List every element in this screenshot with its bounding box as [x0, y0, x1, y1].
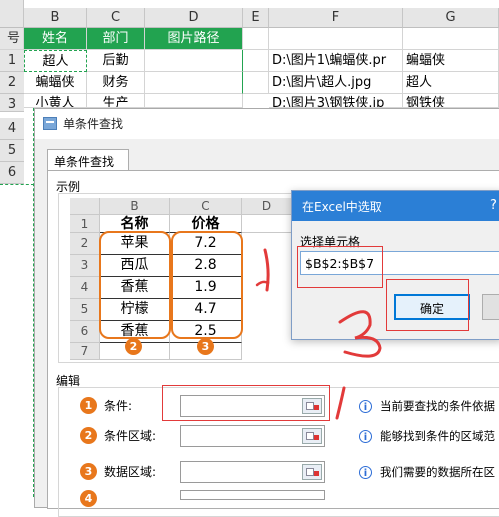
main-dialog-title: 单条件查找 — [63, 117, 124, 131]
row-number[interactable]: 4 — [0, 118, 24, 140]
range-highlight-box — [297, 246, 383, 288]
col-header-b[interactable]: B — [24, 8, 87, 28]
row-number[interactable]: 2 — [0, 72, 24, 94]
table-cell[interactable]: 小黄人 — [24, 94, 87, 108]
table-cell[interactable] — [243, 72, 269, 94]
mini-row-number: 3 — [70, 255, 100, 277]
table-cell[interactable]: 生产 — [87, 94, 145, 108]
mini-row-number: 4 — [70, 277, 100, 299]
app-icon — [43, 117, 57, 130]
condition-label: 条件: — [104, 399, 133, 413]
result-input[interactable] — [180, 490, 325, 500]
field-number: 2 — [80, 427, 97, 444]
mini-row-number: 1 — [70, 215, 100, 233]
table-cell[interactable]: D:\图片1\蝙蝠侠.pr — [269, 50, 403, 72]
field-number: 1 — [80, 397, 97, 414]
col-header-c[interactable]: C — [87, 8, 145, 28]
table-cell[interactable]: 后勤 — [87, 50, 145, 72]
select-dialog-title: 在Excel中选取 — [302, 200, 382, 214]
cancel-button[interactable] — [482, 294, 499, 320]
col-header-g[interactable]: G — [403, 8, 499, 28]
table-cell[interactable]: 蝙蝠侠 — [403, 50, 499, 72]
table-cell[interactable]: 蝙蝠侠 — [24, 72, 87, 94]
table-cell[interactable] — [145, 50, 243, 72]
mini-row-number: 6 — [70, 321, 100, 343]
table-cell[interactable] — [145, 72, 243, 94]
info-icon: i — [359, 466, 372, 479]
table-cell[interactable]: D:\图片3\钢铁侠.jp — [269, 94, 403, 108]
cell[interactable] — [269, 28, 403, 50]
row-header-partial: 号 — [0, 28, 24, 50]
mini-col-b: B — [100, 198, 170, 215]
condition-range-hint: 能够找到条件的区域范 — [380, 429, 495, 443]
corner-header — [0, 0, 24, 28]
row-number[interactable]: 5 — [0, 140, 24, 162]
sheet-left-strip — [24, 108, 34, 497]
table-cell[interactable]: 钢铁侠 — [403, 94, 499, 108]
header-cell-dept[interactable]: 部门 — [87, 28, 145, 50]
sheet-gridline — [0, 184, 34, 185]
mini-row-number: 7 — [70, 343, 100, 360]
main-dialog-titlebar[interactable]: 单条件查找 — [35, 109, 499, 139]
header-cell-path[interactable]: 图片路径 — [145, 28, 243, 50]
info-icon: i — [359, 400, 372, 413]
table-cell[interactable]: 超人 — [24, 50, 87, 72]
condition-range-label: 条件区域: — [104, 429, 157, 443]
table-cell[interactable]: 财务 — [87, 72, 145, 94]
condition-hint: 当前要查找的条件依据 — [380, 399, 495, 413]
mini-col-c: C — [170, 198, 242, 215]
mini-cell — [242, 215, 292, 233]
field-number: 3 — [80, 463, 97, 480]
prices-highlight-ring — [171, 231, 243, 339]
ok-highlight-box — [386, 279, 469, 331]
col-header-d[interactable]: D — [145, 8, 243, 28]
cell[interactable] — [403, 28, 499, 50]
row-number[interactable]: 1 — [0, 50, 24, 72]
data-range-label: 数据区域: — [104, 465, 157, 479]
row-number[interactable]: 3 — [0, 94, 24, 112]
marker-two: 2 — [125, 338, 142, 355]
col-header-e[interactable]: E — [243, 8, 269, 28]
tab-single-condition[interactable]: 单条件查找 — [47, 149, 129, 171]
mini-corner — [70, 198, 100, 215]
table-cell[interactable]: 超人 — [403, 72, 499, 94]
tab-label: 单条件查找 — [54, 155, 115, 169]
help-icon[interactable]: ? — [490, 198, 497, 213]
mini-col-d: D — [242, 198, 292, 215]
info-icon: i — [359, 430, 372, 443]
condition-range-picker-icon[interactable] — [302, 428, 322, 444]
table-cell[interactable] — [145, 94, 243, 108]
cell[interactable] — [243, 28, 269, 50]
table-cell[interactable] — [243, 50, 269, 72]
col-header-f[interactable]: F — [269, 8, 403, 28]
names-highlight-ring — [99, 231, 171, 339]
select-dialog-titlebar[interactable]: 在Excel中选取 ? — [292, 191, 499, 221]
table-cell[interactable]: D:\图片\超人.jpg — [269, 72, 403, 94]
field-number: 4 — [80, 490, 97, 507]
data-range-hint: 我们需要的数据所在区 — [380, 465, 495, 479]
mini-row-number: 2 — [70, 233, 100, 255]
data-range-picker-icon[interactable] — [302, 464, 322, 480]
marker-three: 3 — [197, 338, 214, 355]
header-cell-name[interactable]: 姓名 — [24, 28, 87, 50]
row-number[interactable]: 6 — [0, 162, 24, 184]
mini-row-number: 5 — [70, 299, 100, 321]
condition-highlight-box — [162, 385, 330, 421]
